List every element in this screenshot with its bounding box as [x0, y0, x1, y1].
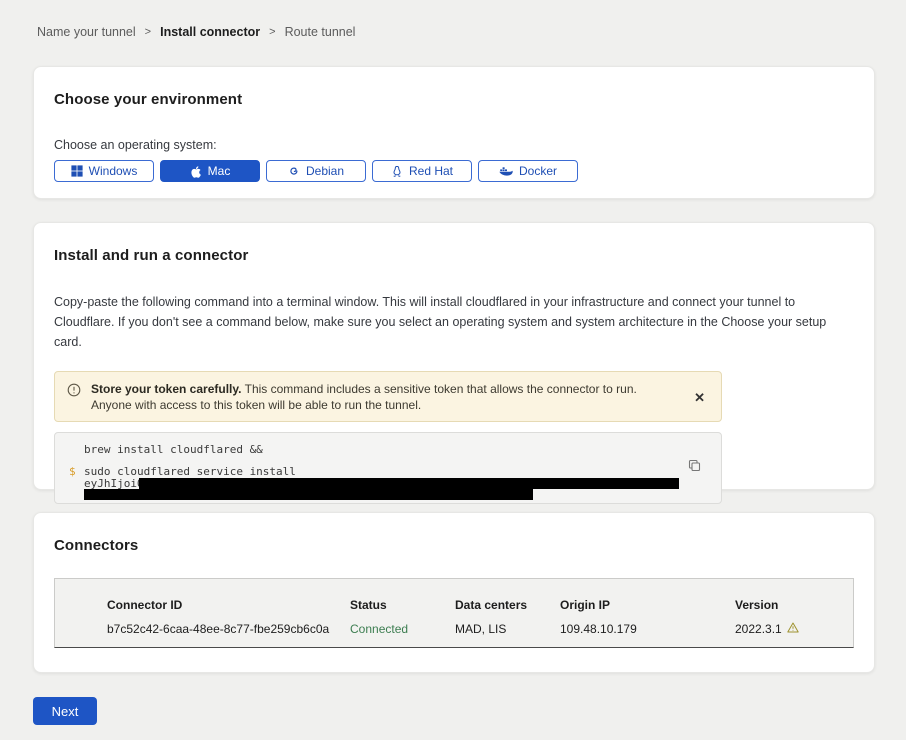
connectors-table: Connector ID Status Data centers Origin … — [54, 578, 854, 648]
install-connector-title: Install and run a connector — [54, 247, 854, 264]
breadcrumb-separator: > — [145, 26, 151, 38]
redhat-icon — [391, 165, 403, 178]
windows-icon — [71, 165, 83, 177]
token-line: eyJhIjoiO — [84, 478, 679, 489]
shell-prompt: $ — [69, 465, 84, 500]
redaction-bar — [84, 489, 533, 500]
copy-icon[interactable] — [688, 459, 701, 475]
choose-environment-card: Choose your environment Choose an operat… — [33, 66, 875, 199]
breadcrumb-install-connector[interactable]: Install connector — [160, 25, 260, 39]
warning-triangle-icon — [787, 622, 799, 636]
breadcrumb: Name your tunnel > Install connector > R… — [0, 0, 906, 39]
version-value: 2022.3.1 — [735, 622, 853, 636]
debian-icon — [288, 165, 300, 177]
install-command-code-block: brew install cloudflared && $ sudo cloud… — [54, 432, 722, 504]
code-line-brew: brew install cloudflared && — [84, 443, 707, 456]
token-warning-title: Store your token carefully. — [91, 382, 242, 396]
docker-icon — [499, 165, 513, 177]
breadcrumb-name-your-tunnel[interactable]: Name your tunnel — [37, 25, 136, 39]
os-button-label: Debian — [306, 164, 344, 178]
code-line-sudo: $ sudo cloudflared service install eyJhI… — [69, 465, 707, 500]
choose-environment-title: Choose your environment — [54, 91, 854, 108]
redaction-bar — [139, 478, 679, 489]
os-select-label: Choose an operating system: — [54, 138, 854, 152]
os-button-label: Windows — [89, 164, 138, 178]
os-button-label: Red Hat — [409, 164, 453, 178]
connector-id-value: b7c52c42-6caa-48ee-8c77-fbe259cb6c0a — [107, 622, 350, 636]
col-header-origin-ip: Origin IP — [560, 598, 735, 612]
os-button-group: Windows Mac Debian Red Hat Docker — [54, 160, 854, 182]
close-icon[interactable]: ✕ — [690, 389, 709, 406]
os-button-windows[interactable]: Windows — [54, 160, 154, 182]
connectors-card: Connectors Connector ID Status Data cent… — [33, 512, 875, 673]
version-number: 2022.3.1 — [735, 622, 782, 636]
install-connector-card: Install and run a connector Copy-paste t… — [33, 222, 875, 490]
os-button-redhat[interactable]: Red Hat — [372, 160, 472, 182]
install-description: Copy-paste the following command into a … — [54, 292, 854, 352]
origin-ip-value: 109.48.10.179 — [560, 622, 735, 636]
connectors-title: Connectors — [54, 537, 854, 554]
data-centers-value: MAD, LIS — [455, 622, 560, 636]
breadcrumb-separator: > — [269, 26, 275, 38]
os-button-label: Docker — [519, 164, 557, 178]
token-prefix: eyJhIjoiO — [84, 477, 144, 490]
os-button-docker[interactable]: Docker — [478, 160, 578, 182]
col-header-status: Status — [350, 598, 455, 612]
token-warning-banner: Store your token carefully. This command… — [54, 371, 722, 422]
status-badge: Connected — [350, 622, 455, 636]
col-header-data-centers: Data centers — [455, 598, 560, 612]
apple-icon — [190, 165, 202, 178]
col-header-connector-id: Connector ID — [107, 598, 350, 612]
alert-circle-icon — [67, 383, 81, 402]
breadcrumb-route-tunnel[interactable]: Route tunnel — [285, 25, 356, 39]
os-button-mac[interactable]: Mac — [160, 160, 260, 182]
token-warning-text: Store your token carefully. This command… — [91, 381, 669, 413]
os-button-label: Mac — [208, 164, 231, 178]
os-button-debian[interactable]: Debian — [266, 160, 366, 182]
col-header-version: Version — [735, 598, 853, 612]
next-button[interactable]: Next — [33, 697, 97, 725]
